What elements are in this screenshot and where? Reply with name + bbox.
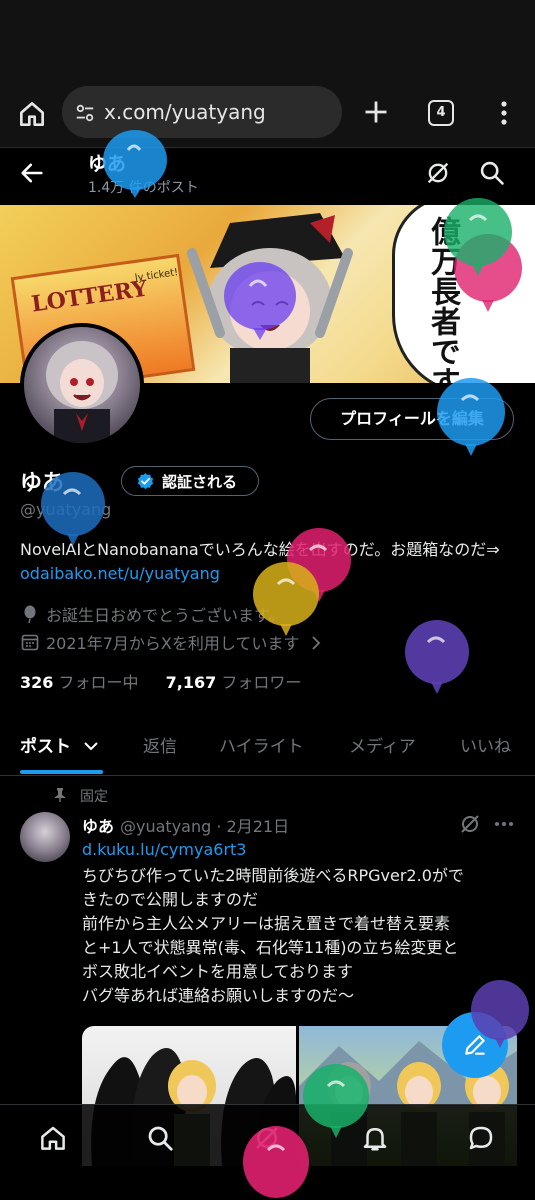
followers-link[interactable]: 7,167 フォロワー <box>166 673 302 692</box>
pinned-text: 固定 <box>80 789 108 805</box>
more-vertical-icon[interactable] <box>492 98 516 128</box>
url-text: x.com/yuatyang <box>104 100 266 124</box>
post-line: バグ等あれば連絡お願いしますのだ〜 <box>82 986 355 1005</box>
tab-likes[interactable]: いいね <box>460 732 511 757</box>
post-line: 前作から主人公メアリーは据え置きで着せ替え要素 <box>82 914 451 933</box>
post-line: と+1人で状態異常(毒、石化等11種)の立ち絵変更と <box>82 938 459 957</box>
tab-highlights[interactable]: ハイライト <box>219 732 304 757</box>
chevron-down-icon <box>84 742 98 751</box>
post-line: ちびちび作っていた2時間前後遊べるRPGver2.0がで <box>82 866 464 885</box>
post-author[interactable]: ゆあ <box>82 817 114 836</box>
grok-icon[interactable] <box>458 812 482 836</box>
profile-tabs: ポスト 返信 ハイライト メディア いいね <box>0 722 535 776</box>
status-bar <box>0 0 535 82</box>
grok-icon[interactable] <box>424 159 452 187</box>
verified-badge-icon <box>137 473 154 490</box>
balloon-icon <box>471 980 529 1048</box>
balloon-icon <box>405 620 469 694</box>
following-label: フォロー中 <box>58 673 139 692</box>
search-icon[interactable] <box>145 1123 175 1153</box>
calendar-icon <box>21 634 39 651</box>
tab-posts[interactable]: ポスト <box>20 732 99 757</box>
balloon-icon <box>437 378 505 456</box>
followers-label: フォロワー <box>221 673 302 692</box>
follow-stats: 326 フォロー中 7,167 フォロワー <box>20 669 301 693</box>
tab-media[interactable]: メディア <box>349 732 416 757</box>
balloon-icon <box>444 198 512 276</box>
followers-count: 7,167 <box>165 673 217 692</box>
pinned-label-row: 固定 <box>52 786 108 806</box>
avatar-art <box>46 341 118 443</box>
tab-replies[interactable]: 返信 <box>143 732 177 757</box>
birthday-row: お誕生日おめでとうございます。 <box>20 602 284 626</box>
balloon-icon <box>103 130 167 198</box>
post-avatar[interactable] <box>20 812 70 862</box>
birthday-text: お誕生日おめでとうございます。 <box>46 606 285 625</box>
balloon-icon <box>243 1126 309 1198</box>
post-line: ボス敗北イベントを用意しております <box>82 962 354 981</box>
post-line: きたので公開しますのだ <box>82 890 259 909</box>
post-header: ゆあ @yuatyang · 2月21日 <box>82 813 289 837</box>
post-body: ちびちび作っていた2時間前後遊べるRPGver2.0がで きたので公開しますのだ… <box>82 864 522 1008</box>
post-link[interactable]: d.kuku.lu/cymya6rt3 <box>82 840 246 859</box>
tab-count-button[interactable]: 4 <box>428 100 454 126</box>
avatar[interactable] <box>20 323 144 447</box>
home-icon[interactable] <box>16 98 48 130</box>
verified-button[interactable]: 認証される <box>121 466 259 496</box>
balloon-icon <box>224 262 296 340</box>
post-handle-date: @yuatyang · 2月21日 <box>120 817 290 836</box>
plus-icon[interactable] <box>362 98 390 126</box>
search-icon[interactable] <box>478 159 506 187</box>
back-arrow-icon[interactable] <box>18 159 46 187</box>
browser-toolbar: x.com/yuatyang 4 <box>0 82 535 148</box>
active-tab-indicator <box>20 770 103 774</box>
pin-icon <box>55 788 65 802</box>
following-link[interactable]: 326 フォロー中 <box>20 673 139 692</box>
verified-label: 認証される <box>162 473 238 491</box>
home-icon[interactable] <box>38 1123 68 1153</box>
following-count: 326 <box>20 673 54 692</box>
message-icon[interactable] <box>466 1123 496 1153</box>
balloon-icon <box>24 605 36 624</box>
tune-icon[interactable] <box>74 102 96 124</box>
bio-link[interactable]: odaibako.net/u/yuatyang <box>20 564 220 583</box>
balloon-icon <box>41 472 105 546</box>
more-horizontal-icon[interactable] <box>492 812 516 836</box>
balloon-icon <box>253 562 319 636</box>
